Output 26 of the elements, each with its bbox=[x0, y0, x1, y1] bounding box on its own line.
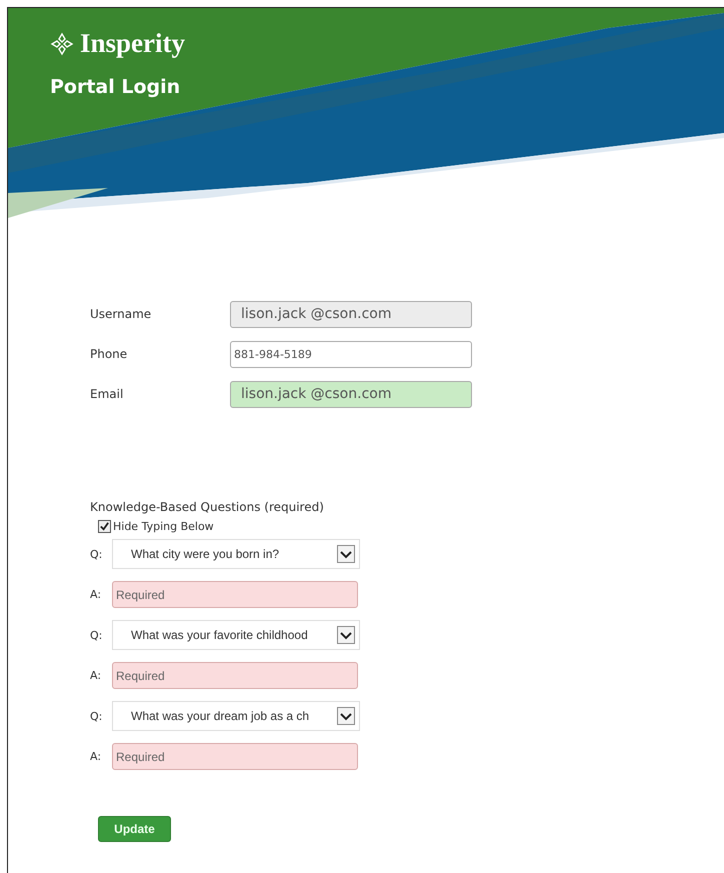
answer-field[interactable]: Required bbox=[112, 662, 358, 689]
text-field[interactable]: 881-984-5189 bbox=[230, 340, 472, 368]
logo-icon bbox=[50, 32, 74, 56]
question-label: Q: bbox=[90, 710, 104, 722]
answer-field[interactable]: Required bbox=[112, 743, 358, 770]
question-label: Q: bbox=[90, 628, 104, 642]
brand-name: Insperity bbox=[80, 28, 186, 59]
field-label: Email bbox=[90, 387, 124, 401]
answer-label: A: bbox=[90, 750, 102, 763]
question-dropdown[interactable]: What was your dream job as a ch bbox=[112, 701, 360, 731]
field-label: Phone bbox=[90, 347, 128, 361]
answer-field[interactable]: Required bbox=[112, 581, 358, 608]
question-dropdown[interactable]: What was your favorite childhood bbox=[112, 620, 360, 650]
section-heading: Knowledge-Based Questions (required) bbox=[90, 500, 325, 514]
page-title: Portal Login bbox=[50, 76, 180, 98]
caret-icon bbox=[337, 545, 355, 563]
question-label: Q: bbox=[90, 548, 104, 560]
answer-label: A: bbox=[90, 669, 102, 682]
checkbox[interactable] bbox=[98, 520, 111, 533]
caret-icon bbox=[337, 626, 355, 644]
field-label: Username bbox=[90, 307, 152, 321]
checkbox-label: Hide Typing Below bbox=[113, 520, 214, 533]
answer-label: A: bbox=[90, 588, 102, 601]
caret-icon bbox=[337, 707, 355, 725]
question-dropdown[interactable]: What city were you born in? bbox=[112, 539, 360, 569]
text-field[interactable]: lison.jack @cson.com bbox=[230, 380, 472, 408]
